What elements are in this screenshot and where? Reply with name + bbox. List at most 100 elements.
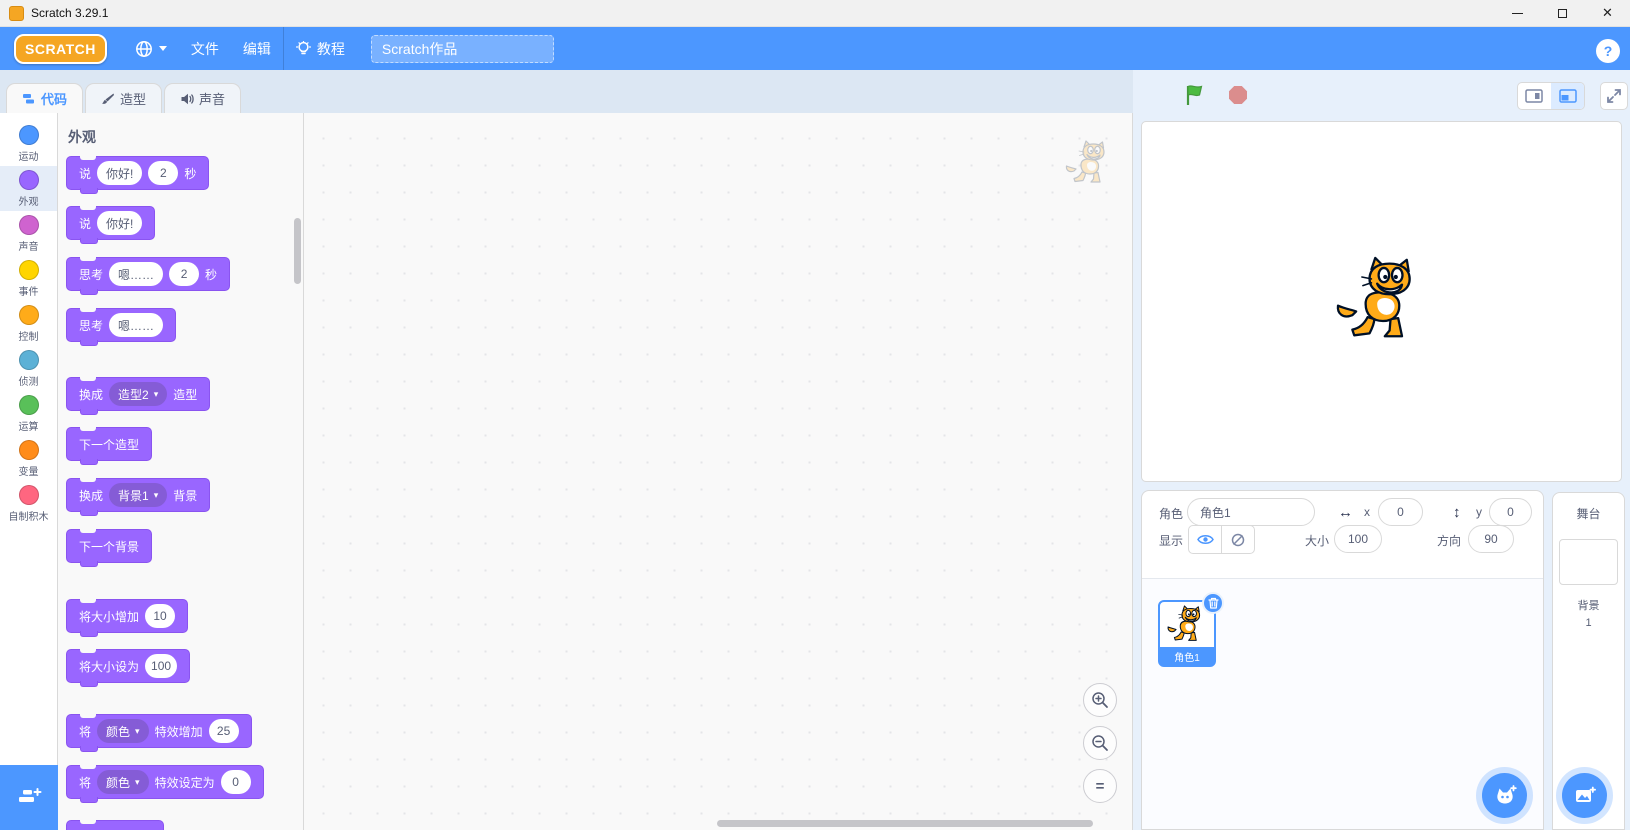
block-change-effect[interactable]: 将 颜色 特效增加 25 (66, 714, 252, 752)
block-label: 特效设定为 (154, 775, 215, 790)
sprite-card-selected[interactable]: 角色1 (1158, 592, 1224, 667)
small-stage-button[interactable] (1518, 83, 1551, 109)
show-sprite-button[interactable] (1189, 526, 1221, 553)
category-color-dot (18, 214, 39, 235)
block-number-input[interactable]: 100 (145, 654, 178, 678)
category-myblocks[interactable]: 自制积木 (0, 481, 57, 526)
add-sprite-cat-icon (1496, 784, 1517, 803)
palette-header: 外观 (68, 129, 96, 145)
palette-scrollbar[interactable] (294, 218, 301, 284)
category-operators[interactable]: 运算 (0, 391, 57, 436)
block-dropdown[interactable]: 造型2 (109, 382, 168, 406)
add-extension-button[interactable] (0, 765, 58, 830)
add-backdrop-button[interactable] (1562, 773, 1607, 818)
category-control[interactable]: 控制 (0, 301, 57, 346)
block-next-costume[interactable]: 下一个造型 (66, 427, 153, 465)
block-set-size[interactable]: 将大小设为 100 (66, 649, 191, 687)
project-name-input[interactable] (370, 34, 554, 63)
block-switch-costume[interactable]: 换成 造型2 造型 (66, 377, 211, 415)
category-color-dot (18, 304, 39, 325)
code-workspace[interactable]: = (304, 113, 1133, 830)
code-blocks-icon (22, 93, 34, 103)
tab-costumes[interactable]: 造型 (85, 83, 162, 113)
block-set-effect[interactable]: 将 颜色 特效设定为 0 (66, 765, 264, 803)
block-number-input[interactable]: 10 (145, 604, 176, 628)
block-text-input[interactable]: 嗯…… (109, 313, 164, 337)
fullscreen-button[interactable] (1600, 82, 1628, 110)
large-stage-button[interactable] (1551, 83, 1584, 109)
menu-file-label: 文件 (190, 40, 219, 57)
sprite-name-input[interactable] (1187, 498, 1315, 526)
close-icon: ✕ (1602, 5, 1613, 20)
minimize-button[interactable] (1495, 0, 1540, 27)
paintbrush-icon (101, 93, 114, 104)
block-number-input[interactable]: 0 (220, 770, 251, 794)
add-sprite-button[interactable] (1482, 773, 1527, 818)
sprite-label: 角色 (1159, 507, 1184, 521)
block-number-input[interactable]: 25 (208, 719, 239, 743)
delete-sprite-button[interactable] (1202, 592, 1224, 614)
block-dropdown[interactable]: 颜色 (97, 719, 149, 743)
block-label: 造型 (173, 387, 198, 402)
horizontal-scrollbar[interactable] (717, 820, 1093, 827)
menu-edit[interactable]: 编辑 (231, 27, 283, 70)
block-label: 说 (79, 166, 92, 181)
block-say[interactable]: 说 你好! (66, 206, 156, 244)
tab-code[interactable]: 代码 (6, 83, 83, 113)
block-label: 下一个背景 (79, 539, 140, 554)
block-say-for-seconds[interactable]: 说 你好! 2 秒 (66, 156, 210, 194)
block-dropdown[interactable]: 颜色 (97, 770, 149, 794)
category-looks[interactable]: 外观 (0, 166, 57, 211)
block-label: 秒 (205, 267, 218, 282)
backdrop-thumbnail[interactable] (1559, 539, 1618, 585)
block-text-input[interactable]: 嗯…… (109, 262, 164, 286)
x-position-input[interactable] (1378, 498, 1423, 526)
block-text-input[interactable]: 你好! (97, 161, 143, 185)
zoom-reset-button[interactable]: = (1083, 769, 1117, 803)
category-motion[interactable]: 运动 (0, 121, 57, 166)
direction-input[interactable] (1468, 525, 1514, 553)
block-text-input[interactable]: 你好! (97, 211, 143, 235)
category-sensing[interactable]: 侦测 (0, 346, 57, 391)
cat-thumbnail-icon (1166, 605, 1208, 643)
category-label: 声音 (18, 241, 39, 253)
stage-sprite-cat[interactable] (1333, 256, 1429, 342)
block-dropdown[interactable]: 背景1 (109, 483, 168, 507)
maximize-icon (1558, 8, 1567, 18)
window-title-bar: Scratch 3.29.1 ✕ (0, 0, 1630, 27)
block-next-backdrop[interactable]: 下一个背景 (66, 529, 153, 567)
y-position-input[interactable] (1489, 498, 1532, 526)
zoom-out-button[interactable] (1083, 726, 1117, 760)
green-flag-button[interactable] (1184, 84, 1206, 106)
category-sound[interactable]: 声音 (0, 211, 57, 256)
category-color-dot (18, 259, 39, 280)
help-button[interactable]: ? (1596, 39, 1620, 63)
block-think[interactable]: 思考 嗯…… (66, 308, 177, 346)
block-switch-backdrop[interactable]: 换成 背景1 背景 (66, 478, 211, 516)
menu-tutorials[interactable]: 教程 (284, 27, 357, 70)
category-variables[interactable]: 变量 (0, 436, 57, 481)
sprite-info-panel: 角色 ↔ x ↕ y 显示 大小 方向 (1142, 491, 1543, 579)
category-color-dot (18, 124, 39, 145)
zoom-in-button[interactable] (1083, 683, 1117, 717)
hide-sprite-button[interactable] (1222, 526, 1254, 553)
menu-file[interactable]: 文件 (179, 27, 231, 70)
add-backdrop-icon (1575, 786, 1596, 802)
close-button[interactable]: ✕ (1585, 0, 1630, 27)
block-think-for-seconds[interactable]: 思考 嗯…… 2 秒 (66, 257, 231, 295)
trash-icon (1207, 597, 1219, 609)
stop-button[interactable] (1228, 85, 1248, 105)
block-clear-effects[interactable]: 清除图形特效 (66, 820, 165, 830)
category-events[interactable]: 事件 (0, 256, 57, 301)
size-input[interactable] (1334, 525, 1382, 553)
block-label: 思考 (79, 267, 104, 282)
block-change-size[interactable]: 将大小增加 10 (66, 599, 189, 637)
zoom-in-icon (1092, 692, 1108, 708)
block-number-input[interactable]: 2 (169, 262, 200, 286)
tab-sounds[interactable]: 声音 (164, 83, 241, 113)
scratch-logo: SCRATCH (14, 33, 107, 64)
maximize-button[interactable] (1540, 0, 1585, 27)
block-label: 思考 (79, 318, 104, 333)
language-menu[interactable] (123, 27, 179, 70)
block-number-input[interactable]: 2 (148, 161, 179, 185)
